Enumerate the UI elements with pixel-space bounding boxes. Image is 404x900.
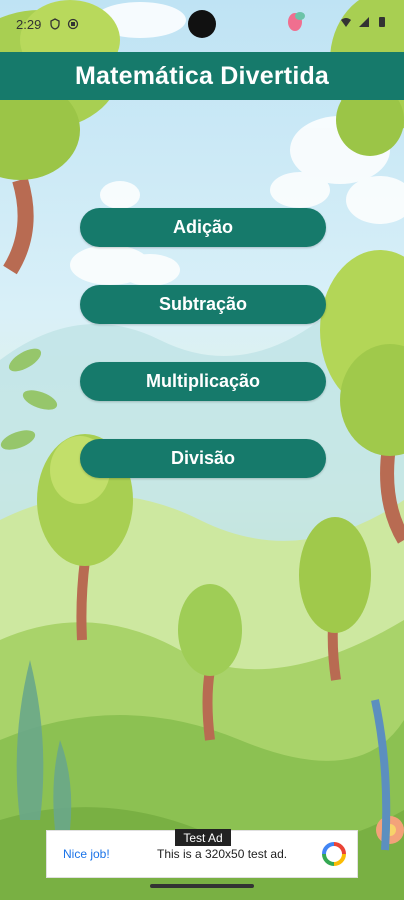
subtraction-button[interactable]: Subtração <box>80 285 326 324</box>
sim-icon <box>68 18 79 30</box>
home-indicator[interactable] <box>150 884 254 888</box>
wifi-icon <box>341 18 351 27</box>
signal-icon <box>359 17 369 27</box>
ad-body-text: This is a 320x50 test ad. <box>157 847 288 861</box>
camera-cutout <box>188 10 216 38</box>
page-title: Matemática Divertida <box>74 61 330 90</box>
status-bar: 2:29 <box>0 0 404 48</box>
addition-button[interactable]: Adição <box>80 208 326 247</box>
status-time: 2:29 <box>16 16 42 32</box>
shield-icon <box>50 18 60 30</box>
multiplication-button[interactable]: Multiplicação <box>80 362 326 401</box>
ad-label: Test Ad <box>175 829 231 846</box>
ad-nice-text: Nice job! <box>63 847 110 861</box>
ad-logo-icon <box>322 842 346 866</box>
app-title-bar: Matemática Divertida <box>0 52 404 100</box>
division-button[interactable]: Divisão <box>80 439 326 478</box>
status-icons-right <box>340 16 388 28</box>
operation-menu: Adição Subtração Multiplicação Divisão <box>80 208 326 516</box>
battery-icon <box>379 17 385 27</box>
status-icons-left <box>49 18 79 30</box>
